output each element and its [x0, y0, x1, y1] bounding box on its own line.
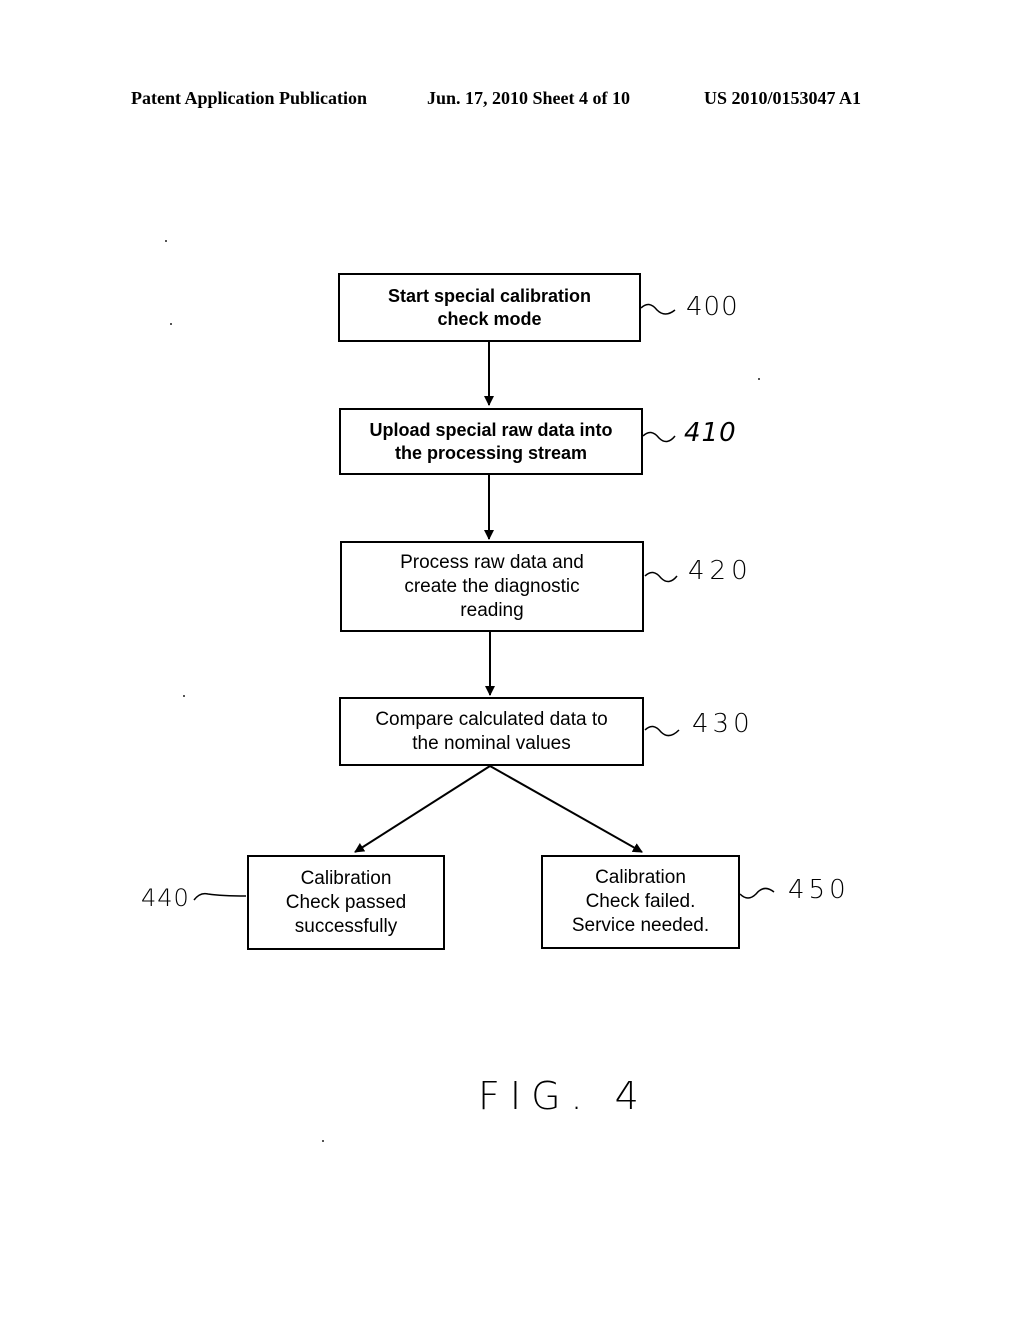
scan-speck [758, 378, 760, 380]
ref-410: 410 [684, 418, 737, 448]
step-400-text: Start special calibration check mode [387, 285, 592, 329]
scan-speck [170, 323, 172, 325]
step-450-box: Calibration Check failed. Service needed… [541, 855, 740, 949]
figure-label: FIG. 4 [478, 1074, 649, 1118]
step-430-text: Compare calculated data to the nominal v… [375, 708, 608, 754]
arrow-430-450 [489, 765, 643, 853]
leader-430 [644, 725, 680, 737]
scan-speck [165, 240, 167, 242]
ref-440: 440 [141, 884, 190, 912]
step-410-box: Upload special raw data into the process… [339, 408, 643, 475]
scan-speck [183, 695, 185, 697]
scan-speck [322, 1140, 324, 1142]
step-430-box: Compare calculated data to the nominal v… [339, 697, 644, 766]
ref-450: 450 [788, 875, 850, 905]
step-400-box: Start special calibration check mode [338, 273, 641, 342]
step-420-text: Process raw data and create the diagnost… [400, 551, 584, 621]
step-410-text: Upload special raw data into the process… [369, 419, 613, 463]
leader-450 [739, 887, 775, 899]
ref-430: 430 [692, 709, 754, 739]
leader-400 [640, 303, 676, 315]
arrow-430-440 [354, 765, 491, 853]
step-440-box: Calibration Check passed successfully [247, 855, 445, 950]
ref-400: 400 [686, 292, 739, 322]
ref-420: 420 [688, 556, 753, 586]
leader-410 [642, 431, 676, 443]
step-450-text: Calibration Check failed. Service needed… [571, 867, 710, 936]
connector-layer [193, 303, 775, 901]
leader-420 [644, 571, 678, 583]
step-440-text: Calibration Check passed successfully [285, 867, 407, 937]
leader-440 [193, 892, 247, 901]
step-420-box: Process raw data and create the diagnost… [340, 541, 644, 632]
